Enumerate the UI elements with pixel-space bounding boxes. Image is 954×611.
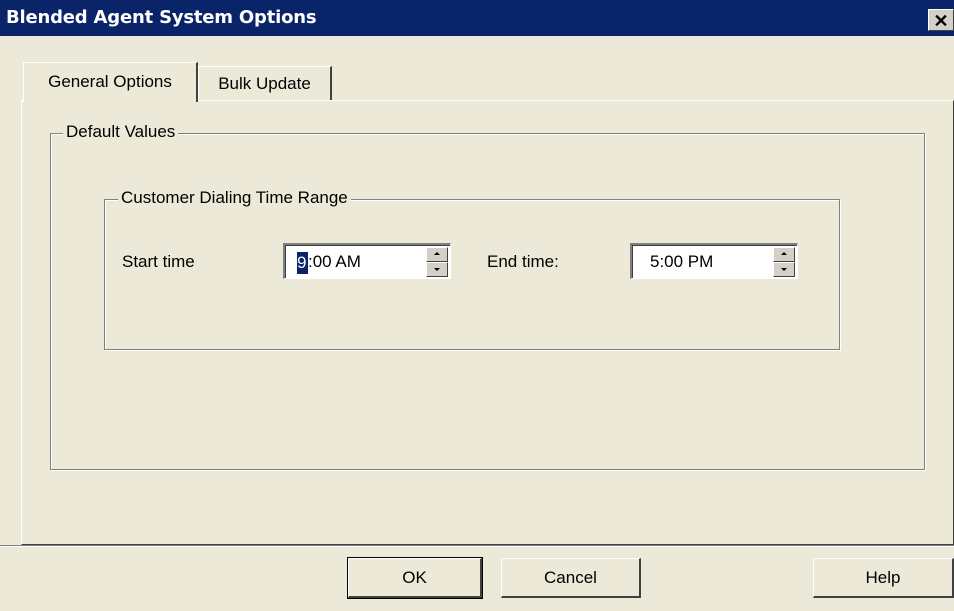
start-time-spinner[interactable]: 9:00 AM (283, 243, 451, 279)
end-time-up-button[interactable] (773, 247, 795, 262)
arrow-down-icon (434, 268, 440, 271)
start-time-down-button[interactable] (426, 262, 448, 277)
dialog-body: General Options Bulk Update Default Valu… (0, 36, 954, 611)
start-time-selected-hour: 9 (297, 252, 308, 274)
tab-general-options[interactable]: General Options (23, 62, 198, 102)
end-time-down-button[interactable] (773, 262, 795, 277)
arrow-down-icon (781, 268, 787, 271)
start-time-value[interactable]: 9:00 AM (297, 252, 361, 274)
start-time-spin-buttons (426, 247, 448, 277)
cancel-button[interactable]: Cancel (501, 558, 641, 598)
help-button[interactable]: Help (813, 558, 954, 598)
end-time-spinner[interactable]: 5:00 PM (630, 243, 798, 279)
end-time-label: End time: (487, 252, 559, 271)
ok-button[interactable]: OK (347, 557, 483, 599)
tab-bulk-update[interactable]: Bulk Update (198, 66, 332, 100)
tab-bulk-update-label: Bulk Update (218, 74, 311, 93)
close-icon[interactable]: ✕ (928, 9, 954, 31)
end-time-spin-buttons (773, 247, 795, 277)
default-values-legend: Default Values (63, 122, 179, 142)
window-title: Blended Agent System Options (6, 7, 317, 28)
button-divider (0, 545, 954, 547)
end-time-value[interactable]: 5:00 PM (650, 252, 713, 272)
start-time-up-button[interactable] (426, 247, 448, 262)
arrow-up-icon (434, 252, 440, 255)
start-time-label: Start time (122, 252, 195, 271)
start-time-rest: :00 AM (308, 252, 361, 271)
tab-general-options-label: General Options (48, 72, 172, 91)
title-bar: Blended Agent System Options ✕ (0, 0, 954, 36)
customer-dialing-time-range-legend: Customer Dialing Time Range (118, 188, 351, 208)
arrow-up-icon (781, 252, 787, 255)
